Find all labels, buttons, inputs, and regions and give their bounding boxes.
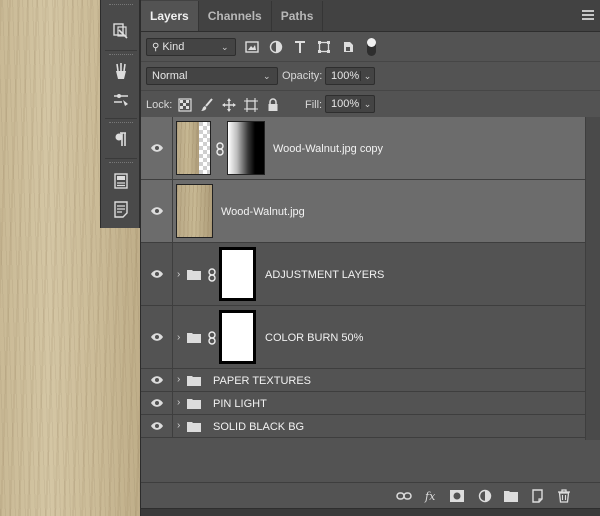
- new-layer-icon[interactable]: [529, 488, 547, 504]
- mask-link-icon[interactable]: [216, 142, 224, 156]
- tab-paths[interactable]: Paths: [272, 1, 324, 31]
- smart-object-filter-icon[interactable]: [341, 40, 355, 54]
- layer-name[interactable]: PIN LIGHT: [213, 398, 267, 410]
- strip-grip-4[interactable]: [109, 162, 133, 164]
- chevron-down-icon: ⌄: [221, 42, 229, 52]
- collapsed-panels-strip: [100, 0, 140, 228]
- delete-layer-icon[interactable]: [555, 488, 573, 504]
- layer-name[interactable]: PAPER TEXTURES: [213, 375, 311, 387]
- adjustment-filter-icon[interactable]: [269, 40, 283, 54]
- lock-all-icon[interactable]: [266, 98, 280, 112]
- layers-list: Wood-Walnut.jpg copy Wood-Walnut.jpg › A…: [141, 117, 585, 440]
- chevron-down-icon: ⌄: [263, 71, 271, 81]
- layer-style-fx-icon[interactable]: fx: [422, 488, 440, 504]
- visibility-eye-icon[interactable]: [141, 369, 173, 391]
- blend-mode-value: Normal: [152, 70, 188, 82]
- type-filter-icon[interactable]: [293, 40, 307, 54]
- lock-label: Lock:: [146, 99, 173, 111]
- chevron-right-icon[interactable]: ›: [177, 398, 185, 408]
- layer-mask-thumbnail[interactable]: [219, 247, 256, 301]
- new-adjustment-layer-icon[interactable]: [476, 488, 494, 504]
- paragraph-icon[interactable]: [109, 128, 133, 150]
- layer-row[interactable]: Wood-Walnut.jpg copy: [141, 117, 585, 180]
- layer-group-row[interactable]: › PIN LIGHT: [141, 392, 585, 415]
- layer-group-row[interactable]: › PAPER TEXTURES: [141, 369, 585, 392]
- filter-kind-label: Kind: [162, 41, 185, 53]
- lock-artboard-icon[interactable]: [244, 98, 258, 112]
- chevron-down-icon[interactable]: ⌄: [360, 71, 374, 81]
- layer-row[interactable]: Wood-Walnut.jpg: [141, 180, 585, 243]
- layer-thumbnail[interactable]: [176, 184, 213, 238]
- fill-label: Fill:: [305, 99, 323, 111]
- visibility-eye-icon[interactable]: [141, 243, 173, 305]
- chevron-right-icon[interactable]: ›: [177, 270, 185, 280]
- layer-name[interactable]: Wood-Walnut.jpg: [221, 206, 305, 218]
- opacity-label: Opacity:: [282, 70, 323, 82]
- image-filter-icon[interactable]: [245, 40, 259, 54]
- panel-tabs: Layers Channels Paths: [141, 0, 600, 32]
- layer-mask-thumbnail[interactable]: [227, 121, 265, 175]
- panel-menu-icon[interactable]: [582, 10, 594, 20]
- filter-kind-dropdown[interactable]: ⚲ Kind ⌄: [146, 38, 236, 56]
- history-brush-icon[interactable]: [109, 20, 133, 42]
- chevron-right-icon[interactable]: ›: [177, 333, 185, 343]
- visibility-eye-icon[interactable]: [141, 392, 173, 414]
- visibility-eye-icon[interactable]: [141, 415, 173, 437]
- layer-thumbnail[interactable]: [176, 121, 200, 175]
- fill-field[interactable]: 100% ⌄: [325, 95, 375, 113]
- folder-icon: [187, 376, 201, 386]
- layers-panel: Layers Channels Paths ⚲ Kind ⌄ Normal ⌄ …: [140, 0, 600, 516]
- tab-layers[interactable]: Layers: [141, 1, 199, 31]
- chevron-down-icon[interactable]: ⌄: [360, 99, 374, 109]
- strip-grip[interactable]: [109, 4, 133, 6]
- new-group-icon[interactable]: [502, 488, 520, 504]
- visibility-eye-icon[interactable]: [141, 180, 173, 242]
- visibility-eye-icon[interactable]: [141, 117, 173, 179]
- chevron-right-icon[interactable]: ›: [177, 421, 185, 431]
- visibility-eye-icon[interactable]: [141, 306, 173, 368]
- lock-image-pixels-icon[interactable]: [200, 98, 214, 112]
- layer-name[interactable]: ADJUSTMENT LAYERS: [265, 269, 384, 281]
- layer-group-row[interactable]: › COLOR BURN 50%: [141, 306, 585, 369]
- link-layers-icon[interactable]: [395, 488, 413, 504]
- filter-row: ⚲ Kind ⌄: [141, 32, 600, 62]
- svg-text:fx: fx: [424, 490, 436, 503]
- shape-filter-icon[interactable]: [317, 40, 331, 54]
- opacity-value: 100%: [331, 70, 360, 82]
- mask-link-icon[interactable]: [208, 268, 216, 282]
- layer-mask-thumbnail[interactable]: [219, 310, 256, 364]
- folder-icon: [187, 270, 201, 280]
- tab-channels[interactable]: Channels: [199, 1, 272, 31]
- lock-row: Lock: Fill: 100% ⌄: [141, 91, 600, 119]
- notes-icon[interactable]: [109, 198, 133, 220]
- lock-transparent-pixels-icon[interactable]: [178, 98, 192, 112]
- layer-name[interactable]: SOLID BLACK BG: [213, 421, 304, 433]
- strip-grip-3[interactable]: [109, 122, 133, 124]
- layer-group-row[interactable]: › ADJUSTMENT LAYERS: [141, 243, 585, 306]
- properties-icon[interactable]: [109, 170, 133, 192]
- layer-name[interactable]: Wood-Walnut.jpg copy: [273, 143, 383, 155]
- folder-icon: [187, 333, 201, 343]
- opacity-field[interactable]: 100% ⌄: [325, 67, 375, 85]
- layer-group-row[interactable]: › SOLID BLACK BG: [141, 415, 585, 438]
- chevron-right-icon[interactable]: ›: [177, 375, 185, 385]
- mask-link-icon[interactable]: [208, 331, 216, 345]
- transparency-thumbnail: [199, 121, 211, 175]
- blend-mode-dropdown[interactable]: Normal ⌄: [146, 67, 278, 85]
- fill-value: 100%: [331, 98, 360, 110]
- folder-icon: [187, 422, 201, 432]
- strip-grip-2[interactable]: [109, 54, 133, 56]
- brushes-icon[interactable]: [109, 60, 133, 82]
- lock-position-icon[interactable]: [222, 98, 236, 112]
- panel-bottom-edge: [141, 508, 600, 516]
- filter-toggle-icon[interactable]: [367, 38, 376, 56]
- layer-name[interactable]: COLOR BURN 50%: [265, 332, 363, 344]
- blend-row: Normal ⌄ Opacity: 100% ⌄: [141, 62, 600, 91]
- add-mask-icon[interactable]: [448, 488, 466, 504]
- search-icon: ⚲: [152, 41, 160, 53]
- brush-settings-icon[interactable]: [109, 88, 133, 110]
- layers-footer: fx: [141, 482, 600, 508]
- folder-icon: [187, 399, 201, 409]
- layers-scrollbar[interactable]: [585, 117, 600, 440]
